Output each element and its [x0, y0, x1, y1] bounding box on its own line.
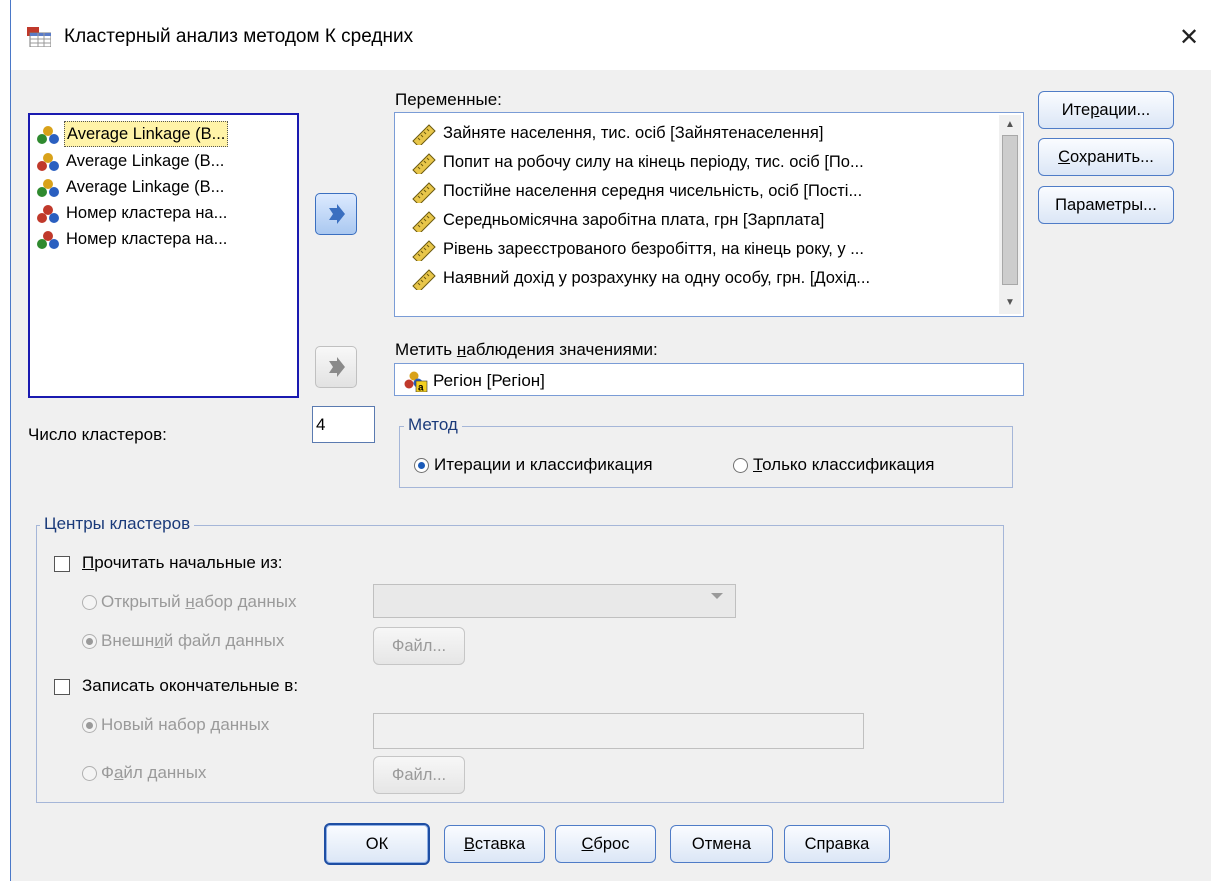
paste-button[interactable]: Вставка [444, 825, 545, 863]
list-item-label: Average Linkage (B... [66, 178, 225, 196]
options-button[interactable]: Параметры... [1038, 186, 1174, 224]
scroll-up-icon[interactable]: ▲ [1002, 117, 1018, 133]
label-cases-value: Регіон [Регіон] [433, 371, 545, 390]
external-file-label[interactable]: Внешний файл данных [101, 631, 284, 651]
close-icon[interactable]: ✕ [1169, 20, 1209, 56]
list-item[interactable]: Середньомісячна заробітна плата, грн [За… [407, 206, 997, 234]
list-item[interactable]: Зайняте населення, тис. осіб [Зайнятенас… [407, 119, 997, 147]
list-item-label: Попит на робочу силу на кінець періоду, … [443, 153, 864, 171]
method-classify-only-radio[interactable] [733, 458, 748, 473]
data-file-label[interactable]: Файл данных [101, 763, 206, 783]
app-icon [27, 27, 51, 47]
window-title: Кластерный анализ методом К средних [64, 26, 414, 47]
external-file-browse-button[interactable]: Файл... [373, 627, 465, 665]
open-dataset-combo[interactable] [373, 584, 736, 618]
nominal-variable-icon [37, 205, 59, 223]
list-item-label: Середньомісячна заробітна плата, грн [За… [443, 211, 825, 229]
list-item[interactable]: Номер кластера на... [34, 200, 294, 226]
list-item-label: Наявний дохід у розрахунку на одну особу… [443, 269, 871, 287]
nominal-variable-icon [37, 179, 59, 197]
list-item[interactable]: Average Linkage (B... [34, 148, 294, 174]
scale-variable-icon [412, 124, 436, 145]
list-item[interactable]: Average Linkage (B... [34, 121, 294, 147]
list-item-label: Рівень зареєстрованого безробіття, на кі… [443, 240, 864, 258]
external-file-radio[interactable] [82, 634, 97, 649]
nominal-variable-icon [37, 153, 59, 171]
num-clusters-label: Число кластеров: [28, 425, 167, 444]
nominal-variable-icon [37, 126, 59, 144]
k-means-dialog: Кластерный анализ методом К средних ✕ Av… [10, 0, 1211, 881]
arrow-right-icon [329, 357, 345, 377]
new-dataset-name-input[interactable] [373, 713, 864, 749]
variables-label: Переменные: [395, 90, 502, 109]
open-dataset-radio[interactable] [82, 595, 97, 610]
new-dataset-label[interactable]: Новый набор данных [101, 715, 269, 735]
data-file-browse-button[interactable]: Файл... [373, 756, 465, 794]
nominal-variable-icon [37, 231, 59, 249]
num-clusters-input[interactable]: 4 [312, 406, 375, 443]
list-item-label: Постійне населення середня чисельність, … [443, 182, 863, 200]
svg-text:a: a [418, 383, 424, 393]
list-item-label: Average Linkage (B... [66, 152, 225, 170]
scale-variable-icon [412, 153, 436, 174]
scroll-down-icon[interactable]: ▼ [1002, 295, 1018, 311]
chevron-down-icon [711, 593, 723, 599]
variables-list[interactable]: Зайняте населення, тис. осіб [Зайнятенас… [394, 112, 1024, 317]
scrollbar-thumb[interactable] [1002, 135, 1018, 285]
method-iterate-classify-label[interactable]: Итерации и классификация [434, 455, 653, 475]
list-item[interactable]: Average Linkage (B... [34, 174, 294, 200]
cluster-centers-legend: Центры кластеров [40, 514, 195, 534]
move-to-label-cases-button[interactable] [315, 346, 357, 388]
cancel-button[interactable]: Отмена [670, 825, 773, 863]
data-file-radio[interactable] [82, 766, 97, 781]
list-item-label: Номер кластера на... [66, 204, 228, 222]
write-final-checkbox[interactable] [54, 679, 70, 695]
source-variable-list[interactable]: Average Linkage (B... Average Linkage (B… [28, 113, 299, 398]
method-classify-only-label[interactable]: Только классификация [753, 455, 934, 475]
method-legend: Метод [404, 415, 462, 435]
label-cases-label: Метить наблюдения значениями: [395, 340, 658, 359]
help-button[interactable]: Справка [784, 825, 890, 863]
new-dataset-radio[interactable] [82, 718, 97, 733]
scale-variable-icon [412, 269, 436, 290]
arrow-right-icon [329, 204, 345, 224]
list-item-label: Зайняте населення, тис. осіб [Зайнятенас… [443, 124, 824, 142]
list-item[interactable]: Рівень зареєстрованого безробіття, на кі… [407, 235, 997, 263]
list-item[interactable]: Номер кластера на... [34, 226, 294, 252]
reset-button[interactable]: Сброс [555, 825, 656, 863]
vertical-scrollbar[interactable]: ▲ ▼ [999, 115, 1021, 314]
ok-button[interactable]: ОК [324, 823, 430, 865]
iterations-button[interactable]: Итерации... [1038, 91, 1174, 129]
list-item[interactable]: Попит на робочу силу на кінець періоду, … [407, 148, 997, 176]
move-to-variables-button[interactable] [315, 193, 357, 235]
write-final-label[interactable]: Записать окончательные в: [82, 676, 298, 696]
list-item-label: Average Linkage (B... [64, 121, 229, 147]
save-button[interactable]: Сохранить... [1038, 138, 1174, 176]
scale-variable-icon [412, 182, 436, 203]
list-item[interactable]: Постійне населення середня чисельність, … [407, 177, 997, 205]
list-item[interactable]: Наявний дохід у розрахунку на одну особу… [407, 264, 997, 292]
method-iterate-classify-radio[interactable] [414, 458, 429, 473]
open-dataset-label[interactable]: Открытый набор данных [101, 592, 296, 612]
label-cases-field[interactable]: a Регіон [Регіон] [394, 363, 1024, 396]
list-item-label: Номер кластера на... [66, 230, 228, 248]
scale-variable-icon [412, 240, 436, 261]
read-initial-checkbox[interactable] [54, 556, 70, 572]
scale-variable-icon [412, 211, 436, 232]
num-clusters-value: 4 [316, 415, 326, 434]
read-initial-label[interactable]: Прочитать начальные из: [82, 553, 283, 573]
title-bar: Кластерный анализ методом К средних ✕ [11, 0, 1211, 70]
nominal-string-variable-icon: a [404, 371, 428, 393]
